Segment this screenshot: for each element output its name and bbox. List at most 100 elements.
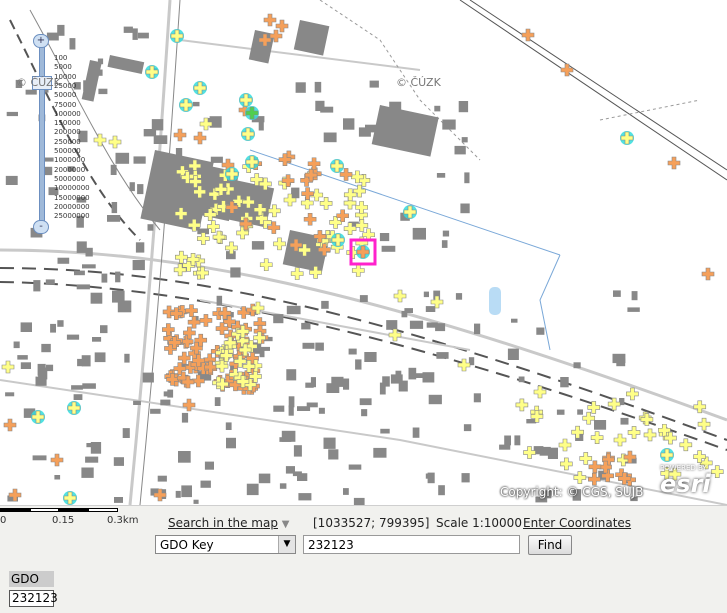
gdo-point-marker[interactable] — [215, 322, 229, 335]
gdo-point-marker[interactable] — [170, 29, 184, 43]
gdo-point-marker[interactable] — [175, 250, 188, 264]
map-canvas[interactable] — [0, 0, 727, 505]
gdo-point-marker[interactable] — [355, 201, 368, 214]
gdo-point-marker[interactable] — [173, 128, 187, 142]
zoom-level-label: 100 — [54, 54, 68, 62]
zoom-slider[interactable]: + - 100 5000 10000 25000 50000 75000 100000 150… — [30, 32, 90, 234]
gdo-point-marker[interactable] — [355, 219, 369, 232]
gdo-point-marker[interactable] — [290, 267, 304, 280]
gdo-point-marker[interactable] — [193, 131, 207, 145]
gdo-point-marker[interactable] — [3, 418, 17, 432]
gdo-point-marker[interactable] — [329, 216, 342, 229]
gdo-point-marker[interactable] — [245, 155, 259, 169]
gdo-point-marker[interactable] — [336, 209, 349, 223]
building — [464, 172, 470, 184]
building — [214, 397, 221, 406]
building — [246, 483, 259, 496]
zoom-in-button[interactable]: + — [33, 34, 49, 48]
gdo-point-marker[interactable] — [330, 159, 344, 173]
gdo-point-marker[interactable] — [590, 431, 604, 444]
gdo-point-marker[interactable] — [607, 397, 621, 411]
zoom-out-button[interactable]: - — [33, 220, 49, 234]
gdo-point-marker[interactable] — [515, 398, 529, 412]
zoom-track[interactable] — [39, 40, 45, 232]
gdo-point-marker[interactable] — [627, 426, 641, 439]
gdo-point-marker[interactable] — [108, 135, 122, 149]
gdo-point-marker[interactable] — [701, 267, 715, 281]
gdo-point-marker[interactable] — [679, 438, 693, 452]
gdo-point-marker[interactable] — [273, 237, 286, 251]
gdo-point-marker[interactable] — [259, 258, 273, 272]
gdo-point-marker[interactable] — [196, 232, 210, 245]
find-button[interactable]: Find — [528, 535, 572, 555]
gdo-point-marker[interactable] — [573, 471, 587, 484]
gdo-point-marker[interactable] — [307, 157, 321, 171]
building — [379, 382, 386, 395]
zoom-level-label: 25000000 — [54, 212, 90, 221]
gdo-point-marker[interactable] — [199, 314, 213, 327]
building — [331, 376, 344, 387]
gdo-point-marker[interactable] — [579, 452, 593, 465]
gdo-point-marker[interactable] — [351, 264, 365, 277]
gdo-point-marker[interactable] — [67, 401, 81, 415]
enter-coordinates-link[interactable]: Enter Coordinates — [523, 516, 631, 530]
gdo-point-marker[interactable] — [31, 410, 45, 424]
gdo-point-marker[interactable] — [319, 197, 333, 210]
gdo-point-marker[interactable] — [667, 156, 681, 170]
gdo-point-marker[interactable] — [331, 233, 345, 247]
gdo-point-marker[interactable] — [93, 133, 107, 147]
gdo-point-marker[interactable] — [179, 98, 193, 112]
map-view[interactable]: + - 100 5000 10000 25000 50000 75000 100000 150… — [0, 0, 727, 506]
building — [315, 100, 325, 111]
building — [612, 353, 626, 364]
gdo-point-marker[interactable] — [620, 131, 634, 145]
gdo-point-marker[interactable] — [626, 387, 639, 401]
gdo-point-marker[interactable] — [643, 428, 657, 442]
building — [85, 247, 93, 257]
gdo-point-marker[interactable] — [403, 205, 417, 219]
gdo-point-marker[interactable] — [559, 457, 573, 471]
gdo-point-marker[interactable] — [613, 433, 627, 447]
gdo-point-marker[interactable] — [660, 448, 674, 462]
search-in-map[interactable]: Search in the map ▼ — [168, 516, 290, 530]
search-arrow-icon[interactable]: ▼ — [282, 519, 290, 530]
search-input[interactable]: 232123 — [303, 535, 520, 554]
gdo-point-marker[interactable] — [50, 453, 64, 467]
gdo-point-marker[interactable] — [393, 289, 407, 303]
esri-logo-text: esri — [660, 470, 711, 498]
gdo-point-marker[interactable] — [697, 417, 711, 431]
gdo-point-marker[interactable] — [521, 28, 535, 42]
gdo-point-marker[interactable] — [263, 13, 277, 27]
building — [204, 461, 214, 470]
gdo-point-marker[interactable] — [582, 411, 596, 425]
gdo-point-marker[interactable] — [162, 323, 175, 336]
building — [137, 32, 149, 39]
gdo-point-marker[interactable] — [301, 187, 314, 200]
building — [463, 424, 472, 432]
gdo-point-marker[interactable] — [245, 106, 259, 120]
gdo-point-marker[interactable] — [145, 65, 159, 79]
gdo-point-marker[interactable] — [239, 93, 253, 107]
gdo-point-marker[interactable] — [185, 304, 198, 317]
building — [200, 480, 211, 488]
gdo-point-marker[interactable] — [225, 167, 239, 181]
gdo-point-marker[interactable] — [560, 63, 574, 77]
building — [369, 80, 379, 88]
chevron-down-icon[interactable]: ▼ — [278, 536, 295, 553]
building — [98, 88, 108, 95]
gdo-point-marker[interactable] — [558, 438, 572, 452]
building — [511, 318, 518, 323]
search-in-map-link[interactable]: Search in the map — [168, 516, 278, 530]
zoom-level-label: 20000000 — [54, 202, 90, 211]
gdo-point-marker[interactable] — [63, 491, 77, 505]
gdo-point-marker[interactable] — [193, 81, 207, 95]
key-select[interactable]: GDO Key ▼ — [155, 535, 296, 554]
result-value[interactable]: 232123 — [9, 590, 58, 607]
building — [41, 343, 51, 353]
building — [292, 471, 302, 477]
gdo-point-marker[interactable] — [303, 212, 317, 226]
gdo-point-marker[interactable] — [1, 360, 15, 374]
gdo-point-marker[interactable] — [457, 358, 471, 372]
gdo-point-marker[interactable] — [356, 245, 370, 259]
gdo-point-marker[interactable] — [241, 127, 255, 141]
